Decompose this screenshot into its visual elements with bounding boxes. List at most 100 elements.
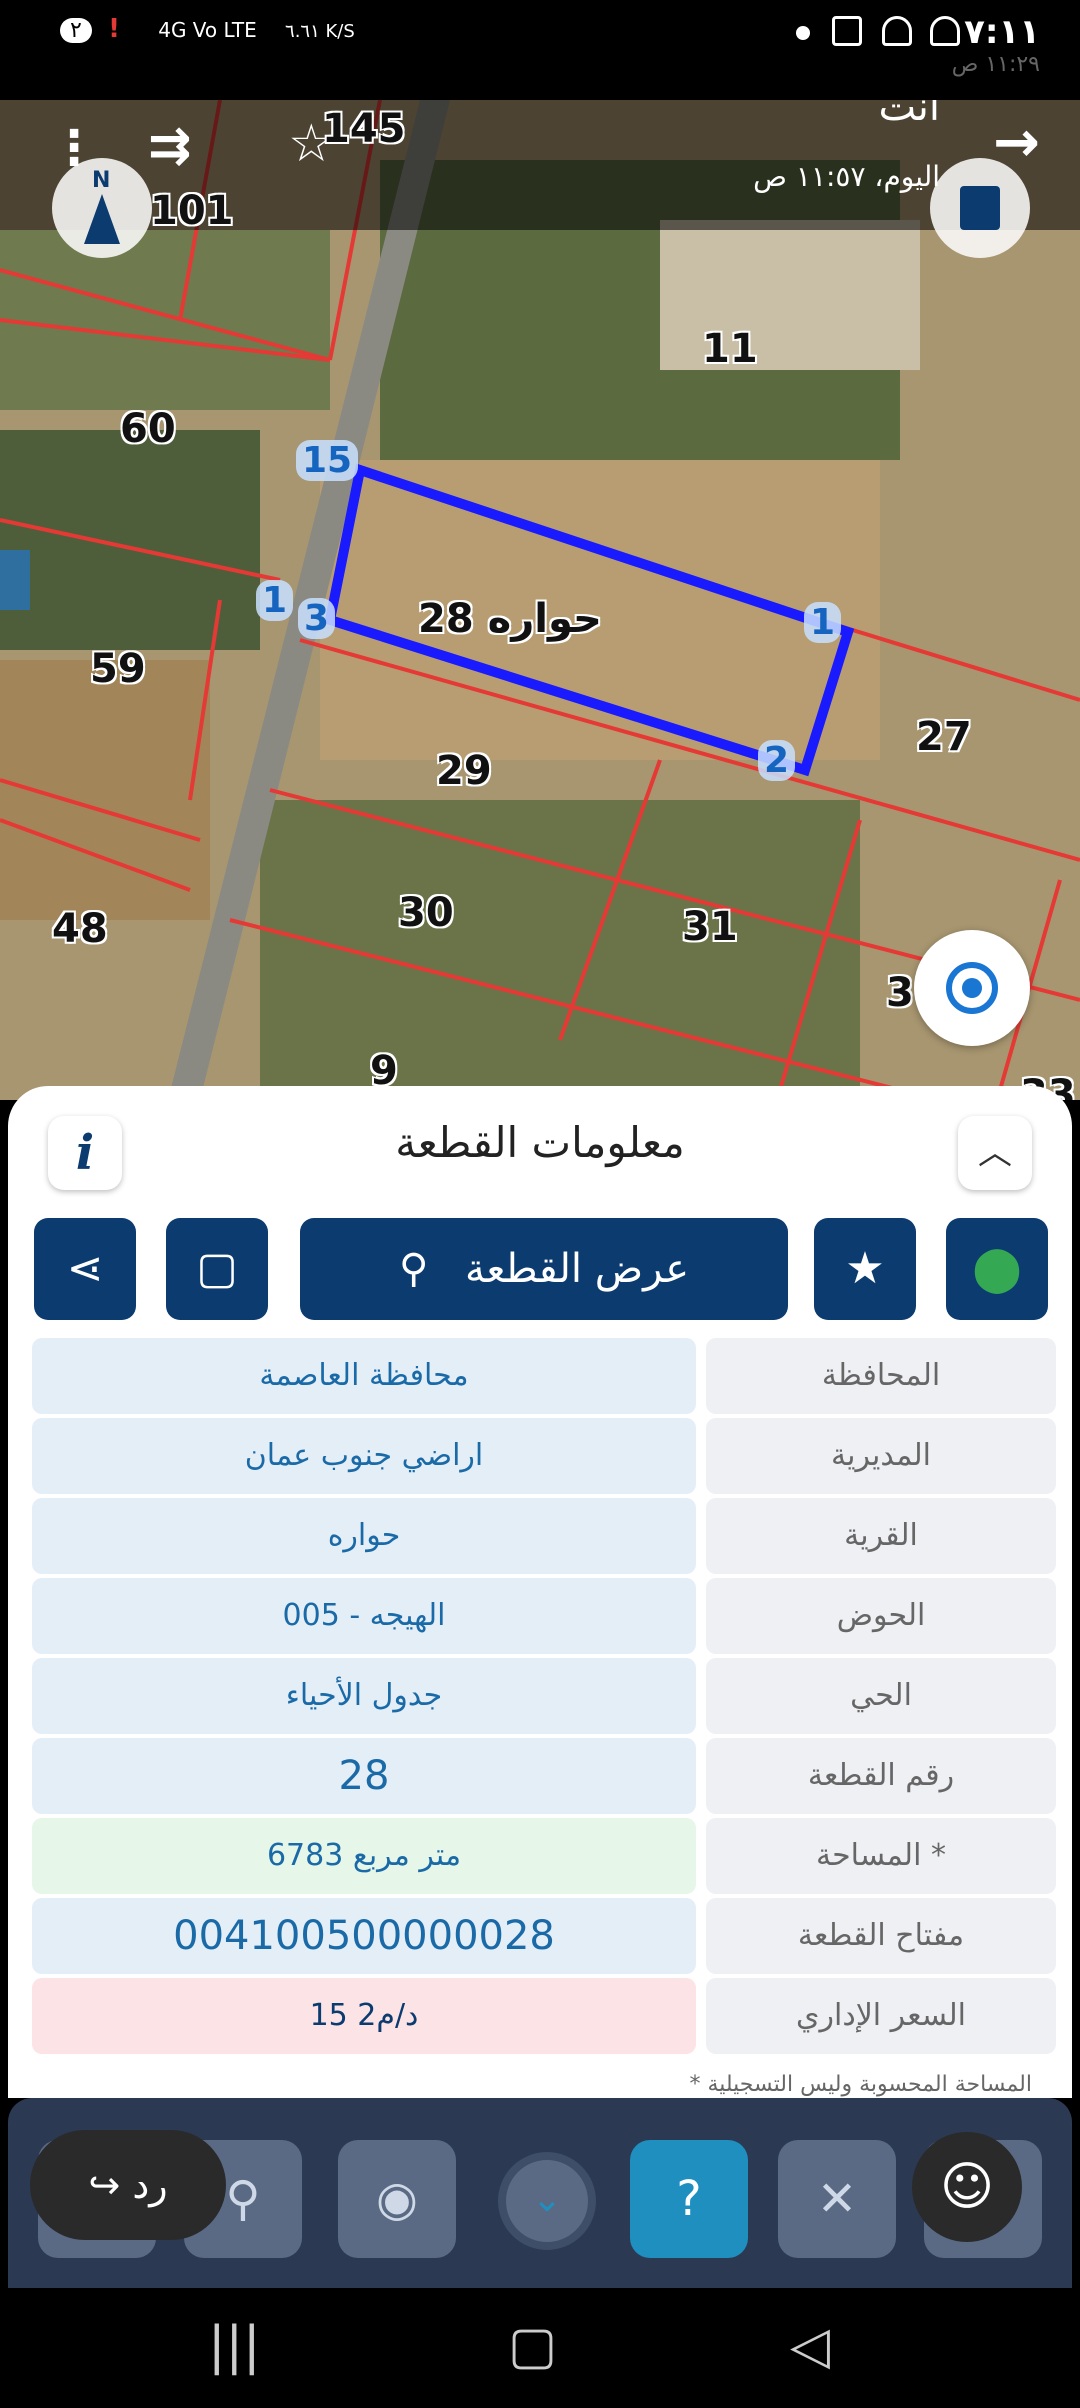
table-row: الحي جدول الأحياء bbox=[32, 1658, 1056, 1734]
recent-apps-icon[interactable]: ||| bbox=[208, 2316, 261, 2376]
mosque-icon bbox=[882, 16, 912, 46]
home-icon[interactable]: ▢ bbox=[508, 2316, 557, 2376]
tools-icon: ✕ bbox=[816, 2171, 858, 2227]
plot-label[interactable]: 11 bbox=[702, 326, 758, 372]
chevron-down-icon: ⌄ bbox=[531, 2179, 563, 2220]
plot-label[interactable]: 48 bbox=[52, 906, 108, 952]
row-value: 28 bbox=[32, 1738, 696, 1814]
table-row: المديرية اراضي جنوب عمان bbox=[32, 1418, 1056, 1494]
status-time: ٧:١١ bbox=[964, 12, 1040, 52]
mosque-icon-2 bbox=[930, 16, 960, 46]
expand-chevron-button[interactable]: ⌄ bbox=[498, 2152, 596, 2250]
vertex-label: 2 bbox=[758, 740, 796, 781]
row-value: 6783 متر مربع bbox=[32, 1818, 696, 1894]
panel-title: معلومات القطعة bbox=[395, 1118, 685, 1167]
row-value: جدول الأحياء bbox=[32, 1658, 696, 1734]
favorite-button[interactable]: ★ bbox=[814, 1218, 916, 1320]
plot-label[interactable]: 3 bbox=[886, 970, 914, 1016]
status-left: ٢ ! 4G Vo LTE ٦.٦١ K/S bbox=[60, 14, 355, 44]
vertex-label: 15 bbox=[296, 440, 359, 481]
row-value: 004100500000028 bbox=[32, 1898, 696, 1974]
show-plot-label: عرض القطعة bbox=[464, 1246, 690, 1292]
area-footnote: * المساحة المحسوبة وليس التسجيلية bbox=[689, 2072, 1032, 2097]
collapse-chevron-icon[interactable]: ︿ bbox=[958, 1116, 1032, 1190]
map-layers-icon bbox=[960, 186, 1000, 230]
action-row: ⋖ ▢ ⚲ عرض القطعة ★ ⬤ bbox=[8, 1218, 1072, 1322]
my-location-button[interactable] bbox=[914, 930, 1030, 1046]
vertex-label: 3 bbox=[298, 598, 336, 639]
compass-north-label: N bbox=[92, 168, 111, 193]
status-dot-icon bbox=[796, 26, 810, 40]
plot-label[interactable]: 59 bbox=[90, 646, 146, 692]
plot-label[interactable]: 145 bbox=[322, 106, 406, 152]
row-value: الهيجه - 005 bbox=[32, 1578, 696, 1654]
plot-label[interactable]: 101 bbox=[150, 188, 234, 234]
screen: ٢ ! 4G Vo LTE ٦.٦١ K/S ١١:٢٩ ص ٧:١١ ⋮ ⇉ … bbox=[0, 0, 1080, 2408]
chat-sender: أنت bbox=[878, 100, 940, 130]
share-icon: ⋖ bbox=[66, 1243, 104, 1294]
location-dot-icon bbox=[962, 978, 982, 998]
plot-label[interactable]: 27 bbox=[916, 714, 972, 760]
row-value: 15 د/م2 bbox=[32, 1978, 696, 2054]
reply-label: رد bbox=[132, 2163, 168, 2207]
selected-plot-label[interactable]: حواره 28 bbox=[418, 596, 602, 642]
plot-info-panel: i معلومات القطعة ︿ ⋖ ▢ ⚲ عرض القطعة ★ ⬤ … bbox=[8, 1086, 1072, 2098]
google-maps-button[interactable]: ⬤ bbox=[946, 1218, 1048, 1320]
status-bar: ٢ ! 4G Vo LTE ٦.٦١ K/S ١١:٢٩ ص ٧:١١ bbox=[0, 0, 1080, 100]
polygon-icon: ▢ bbox=[196, 1243, 238, 1294]
reply-arrow-icon: ↪ bbox=[88, 2163, 121, 2207]
row-value: محافظة العاصمة bbox=[32, 1338, 696, 1414]
map-layers-button[interactable] bbox=[930, 158, 1030, 258]
system-nav-bar: ||| ▢ ◁ bbox=[0, 2288, 1080, 2408]
smiley-icon: ☺ bbox=[939, 2157, 995, 2217]
plot-label[interactable]: 60 bbox=[120, 406, 176, 452]
table-row: المحافظة محافظة العاصمة bbox=[32, 1338, 1056, 1414]
google-maps-icon: ⬤ bbox=[972, 1243, 1022, 1294]
help-pin-icon: ? bbox=[676, 2171, 702, 2227]
row-label: مفتاح القطعة bbox=[706, 1898, 1056, 1974]
network-label: 4G Vo LTE bbox=[158, 18, 257, 42]
vertex-label: 1 bbox=[256, 580, 294, 621]
forward-icon[interactable]: ⇉ bbox=[148, 116, 192, 176]
speed-label: ٦.٦١ K/S bbox=[285, 21, 355, 42]
emoji-reaction-button[interactable]: ☺ bbox=[912, 2132, 1022, 2242]
warning-icon: ! bbox=[108, 14, 120, 44]
table-row: القرية حواره bbox=[32, 1498, 1056, 1574]
polygon-button[interactable]: ▢ bbox=[166, 1218, 268, 1320]
map-view[interactable]: ⋮ ⇉ ☆ → أنت اليوم، ١١:٥٧ ص N 145 101 11 … bbox=[0, 100, 1080, 1100]
row-label: المديرية bbox=[706, 1418, 1056, 1494]
notification-count-badge: ٢ bbox=[60, 18, 92, 43]
north-arrow-icon bbox=[84, 194, 120, 244]
row-label: المساحة * bbox=[706, 1818, 1056, 1894]
show-plot-button[interactable]: ⚲ عرض القطعة bbox=[300, 1218, 788, 1320]
star-icon: ★ bbox=[845, 1243, 885, 1294]
row-value: حواره bbox=[32, 1498, 696, 1574]
plot-label[interactable]: 31 bbox=[682, 904, 738, 950]
user-location-button[interactable]: ◉ bbox=[338, 2140, 456, 2258]
reply-button[interactable]: ↪ رد bbox=[30, 2130, 226, 2240]
ghost-time: ١١:٢٩ ص bbox=[951, 52, 1040, 77]
user-pin-icon: ◉ bbox=[376, 2171, 418, 2227]
help-button[interactable]: ? bbox=[630, 2140, 748, 2258]
tools-button[interactable]: ✕ bbox=[778, 2140, 896, 2258]
plot-label[interactable]: 29 bbox=[436, 748, 492, 794]
back-icon[interactable]: ◁ bbox=[790, 2316, 830, 2376]
compass-button[interactable]: N bbox=[52, 158, 152, 258]
table-row: رقم القطعة 28 bbox=[32, 1738, 1056, 1814]
row-label: السعر الإداري bbox=[706, 1978, 1056, 2054]
table-row: المساحة * 6783 متر مربع bbox=[32, 1818, 1056, 1894]
row-label: القرية bbox=[706, 1498, 1056, 1574]
row-label: رقم القطعة bbox=[706, 1738, 1056, 1814]
row-value: اراضي جنوب عمان bbox=[32, 1418, 696, 1494]
chat-timestamp: اليوم، ١١:٥٧ ص bbox=[753, 160, 940, 193]
row-label: المحافظة bbox=[706, 1338, 1056, 1414]
row-label: الحوض bbox=[706, 1578, 1056, 1654]
table-row: السعر الإداري 15 د/م2 bbox=[32, 1978, 1056, 2054]
share-button[interactable]: ⋖ bbox=[34, 1218, 136, 1320]
row-label: الحي bbox=[706, 1658, 1056, 1734]
alert-icon bbox=[832, 16, 862, 46]
location-pin-icon: ⚲ bbox=[398, 1246, 429, 1292]
search-icon: ⚲ bbox=[225, 2171, 261, 2227]
plot-label[interactable]: 30 bbox=[398, 890, 454, 936]
table-row: مفتاح القطعة 004100500000028 bbox=[32, 1898, 1056, 1974]
